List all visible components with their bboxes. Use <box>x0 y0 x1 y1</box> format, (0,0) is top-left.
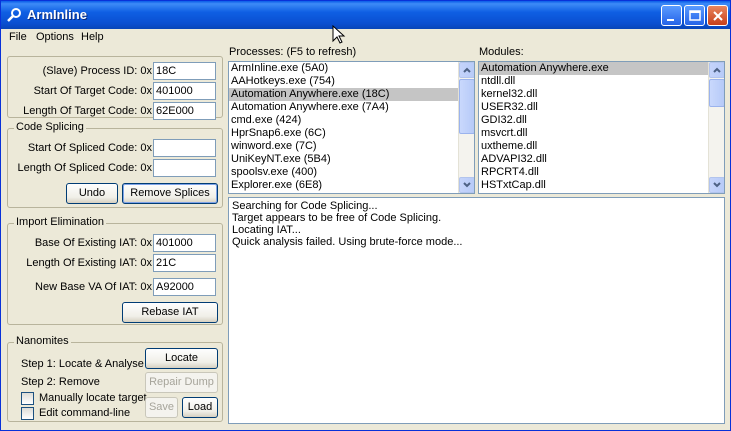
scroll-down-button[interactable] <box>459 177 474 193</box>
length-target-input[interactable] <box>153 102 216 120</box>
process-list-item[interactable]: spoolsv.exe (400) <box>229 166 474 179</box>
new-base-iat-input[interactable] <box>153 278 216 296</box>
length-target-label: Length Of Target Code: 0x <box>23 105 152 117</box>
edit-cmdline-label: Edit command-line <box>39 407 131 419</box>
length-iat-label: Length Of Existing IAT: 0x <box>26 257 152 269</box>
module-list-item[interactable]: ntdll.dll <box>479 75 724 88</box>
main-window: ArmInline File Options Help (Slave) Proc… <box>0 0 731 431</box>
modules-scrollbar[interactable] <box>708 62 724 193</box>
module-list-item[interactable]: ADVAPI32.dll <box>479 153 724 166</box>
process-list-item[interactable]: mysvc32.exe (414) <box>229 192 474 193</box>
process-list-item[interactable]: AAHotkeys.exe (754) <box>229 75 474 88</box>
process-list-item[interactable]: UniKeyNT.exe (5B4) <box>229 153 474 166</box>
modules-header: Modules: <box>479 46 524 58</box>
module-list-item[interactable]: COMCTL32.dll <box>479 192 724 193</box>
module-list-item[interactable]: Automation Anywhere.exe <box>479 62 724 75</box>
process-list-item[interactable]: Automation Anywhere.exe (18C) <box>229 88 474 101</box>
module-list-item[interactable]: GDI32.dll <box>479 114 724 127</box>
module-list-item[interactable]: HSTxtCap.dll <box>479 179 724 192</box>
load-button[interactable]: Load <box>182 397 218 418</box>
chevron-up-icon <box>463 67 471 73</box>
process-list-item[interactable]: winword.exe (7C) <box>229 140 474 153</box>
base-iat-label: Base Of Existing IAT: 0x <box>34 237 152 249</box>
nanomites-title: Nanomites <box>14 335 71 347</box>
undo-button[interactable]: Undo <box>66 183 118 204</box>
pid-label: (Slave) Process ID: 0x <box>42 65 152 77</box>
chevron-up-icon <box>713 67 721 73</box>
magnifier-icon <box>7 8 21 22</box>
log-line: Target appears to be free of Code Splici… <box>232 212 442 224</box>
target-group: (Slave) Process ID: 0x Start Of Target C… <box>7 56 223 120</box>
scroll-up-button[interactable] <box>709 62 724 78</box>
start-spliced-label: Start Of Spliced Code: 0x <box>27 142 152 154</box>
process-list-item[interactable]: Automation Anywhere.exe (7A4) <box>229 101 474 114</box>
log-lines: Searching for Code Splicing... Target app… <box>229 198 724 248</box>
save-button[interactable]: Save <box>145 397 178 418</box>
code-splicing-group: Code Splicing Start Of Spliced Code: 0x … <box>7 121 223 208</box>
pid-input[interactable] <box>153 62 216 80</box>
code-splicing-title: Code Splicing <box>14 121 86 133</box>
chevron-down-icon <box>463 182 471 188</box>
menu-help[interactable]: Help <box>81 31 104 43</box>
modules-list[interactable]: Automation Anywhere.exe ntdll.dll kernel32… <box>478 61 725 194</box>
scroll-thumb[interactable] <box>459 79 474 134</box>
window-title: ArmInline <box>27 7 87 22</box>
start-target-input[interactable] <box>153 82 216 100</box>
edit-cmdline-checkbox[interactable] <box>21 407 34 420</box>
processes-list[interactable]: ArmInline.exe (5A0) AAHotkeys.exe (754) Au… <box>228 61 475 194</box>
module-list-item[interactable]: kernel32.dll <box>479 88 724 101</box>
processes-header: Processes: (F5 to refresh) <box>229 46 357 58</box>
repair-dump-button[interactable]: Repair Dump <box>145 372 218 393</box>
step1-label: Step 1: Locate & Analyse <box>21 358 144 370</box>
length-iat-input[interactable] <box>153 254 216 272</box>
menu-file[interactable]: File <box>9 31 27 43</box>
menu-options[interactable]: Options <box>36 31 74 43</box>
chevron-down-icon <box>713 182 721 188</box>
module-list-item[interactable]: msvcrt.dll <box>479 127 724 140</box>
log-line: Locating IAT... <box>232 224 301 236</box>
module-list-item[interactable]: uxtheme.dll <box>479 140 724 153</box>
title-bar[interactable]: ArmInline <box>1 1 730 29</box>
start-spliced-input[interactable] <box>153 139 216 157</box>
log-output[interactable]: Searching for Code Splicing... Target app… <box>228 197 725 424</box>
manually-locate-checkbox[interactable] <box>21 392 34 405</box>
step2-label: Step 2: Remove <box>21 376 100 388</box>
processes-items: ArmInline.exe (5A0) AAHotkeys.exe (754) Au… <box>229 62 474 193</box>
scroll-down-button[interactable] <box>709 177 724 193</box>
length-spliced-label: Length Of Spliced Code: 0x <box>17 162 152 174</box>
maximize-button[interactable] <box>684 5 705 26</box>
log-line: Quick analysis failed. Using brute-force… <box>232 236 463 248</box>
nanomites-group: Nanomites Step 1: Locate & Analyse Step … <box>7 335 223 422</box>
scroll-thumb[interactable] <box>709 79 724 107</box>
manually-locate-label: Manually locate target <box>39 392 147 404</box>
process-list-item[interactable]: ArmInline.exe (5A0) <box>229 62 474 75</box>
module-list-item[interactable]: RPCRT4.dll <box>479 166 724 179</box>
modules-items: Automation Anywhere.exe ntdll.dll kernel32… <box>479 62 724 193</box>
process-list-item[interactable]: cmd.exe (424) <box>229 114 474 127</box>
close-button[interactable] <box>707 5 728 26</box>
close-icon <box>713 11 723 21</box>
minimize-button[interactable] <box>661 5 682 26</box>
minimize-icon <box>667 19 674 21</box>
log-line: Searching for Code Splicing... <box>232 200 378 212</box>
start-target-label: Start Of Target Code: 0x <box>33 85 152 97</box>
process-list-item[interactable]: HprSnap6.exe (6C) <box>229 127 474 140</box>
base-iat-input[interactable] <box>153 234 216 252</box>
mouse-cursor-icon <box>332 25 346 44</box>
maximize-icon <box>689 10 701 21</box>
locate-button[interactable]: Locate <box>145 348 218 369</box>
scroll-up-button[interactable] <box>459 62 474 78</box>
processes-scrollbar[interactable] <box>458 62 474 193</box>
import-elimination-group: Import Elimination Base Of Existing IAT:… <box>7 216 223 325</box>
menu-bar: File Options Help <box>1 29 730 47</box>
length-spliced-input[interactable] <box>153 159 216 177</box>
new-base-iat-label: New Base VA Of IAT: 0x <box>35 281 152 293</box>
remove-splices-button[interactable]: Remove Splices <box>122 183 218 204</box>
rebase-iat-button[interactable]: Rebase IAT <box>122 302 218 323</box>
process-list-item[interactable]: Explorer.exe (6E8) <box>229 179 474 192</box>
import-elimination-title: Import Elimination <box>14 216 107 228</box>
module-list-item[interactable]: USER32.dll <box>479 101 724 114</box>
